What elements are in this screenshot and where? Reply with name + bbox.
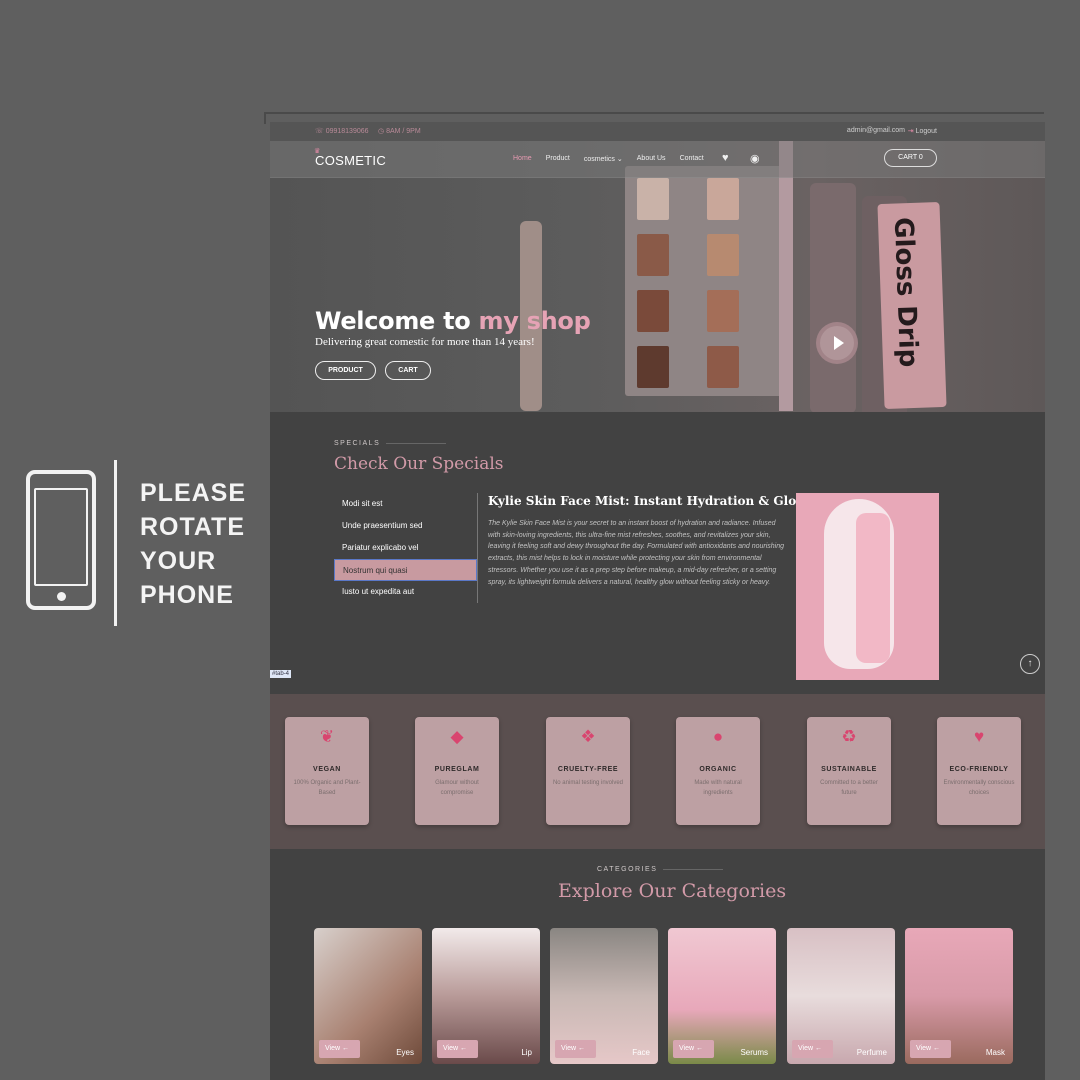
feature-name: CRUELTY-FREE: [557, 766, 619, 773]
tab-4[interactable]: Nostrum qui quasi: [334, 559, 477, 581]
tab-5[interactable]: Iusto ut expedita aut: [334, 581, 477, 603]
crown-icon: ♛: [314, 148, 321, 155]
top-bar: ☏ 09918139066 ◷ 8AM / 9PM admin@gmail.co…: [270, 122, 1045, 141]
view-button[interactable]: View ←: [437, 1040, 478, 1058]
nav-cosmetics[interactable]: cosmetics ⌄: [584, 155, 623, 163]
brush-image: [779, 141, 793, 411]
category-label: Face: [632, 1048, 650, 1057]
rotate-phone-overlay: PLEASE ROTATE YOUR PHONE: [26, 460, 266, 630]
logout-icon: ⇥: [907, 128, 914, 135]
categories-title: Explore Our Categories: [558, 880, 787, 902]
view-button[interactable]: View ←: [910, 1040, 951, 1058]
cart-button[interactable]: CART 0: [884, 149, 937, 167]
feature-name: SUSTAINABLE: [821, 766, 877, 773]
category-card-serums[interactable]: View ← Serums: [668, 928, 776, 1064]
user-icon[interactable]: ◉: [750, 152, 760, 165]
category-card-perfume[interactable]: View ← Perfume: [787, 928, 895, 1064]
feature-card: ♥ ECO-FRIENDLY Environmentally conscious…: [937, 717, 1021, 825]
feature-desc: Glamour without compromise: [435, 780, 479, 796]
category-label: Perfume: [856, 1048, 887, 1057]
product-button[interactable]: PRODUCT: [315, 361, 376, 380]
category-card-mask[interactable]: View ← Mask: [905, 928, 1013, 1064]
hero-subtitle: Delivering great comestic for more than …: [315, 336, 535, 348]
face-mist-image: [796, 493, 939, 680]
chevron-down-icon: ⌄: [616, 156, 623, 163]
feature-card: ❖ CRUELTY-FREE No animal testing involve…: [546, 717, 630, 825]
logo[interactable]: ♛ COSMETIC: [314, 148, 386, 168]
specials-section: SPECIALS Check Our Specials Modi sit est…: [270, 412, 1045, 694]
category-label: Serums: [740, 1048, 768, 1057]
feature-name: ORGANIC: [699, 766, 737, 773]
view-button[interactable]: View ←: [673, 1040, 714, 1058]
categories-eyebrow: CATEGORIES: [597, 866, 724, 873]
opening-hours: ◷ 8AM / 9PM: [378, 128, 421, 135]
nav-about[interactable]: About Us: [637, 155, 666, 163]
feature-name: PUREGLAM: [434, 766, 480, 773]
features-section: ❦ VEGAN 100% Organic and Plant-Based ◆ P…: [270, 694, 1045, 849]
feature-card: ❦ VEGAN 100% Organic and Plant-Based: [285, 717, 369, 825]
leaf-icon: ❦: [319, 727, 335, 746]
website-preview: ☏ 09918139066 ◷ 8AM / 9PM admin@gmail.co…: [270, 122, 1045, 1080]
phone-icon: [26, 470, 96, 610]
feature-desc: Made with natural ingredients: [694, 780, 742, 796]
paw-icon: ❖: [580, 727, 596, 746]
phone-number: ☏ 09918139066: [315, 128, 369, 135]
heart-icon: ♥: [973, 727, 985, 746]
category-card-eyes[interactable]: View ← Eyes: [314, 928, 422, 1064]
product-tube: [810, 183, 856, 412]
special-item-title: Kylie Skin Face Mist: Instant Hydration …: [488, 494, 807, 508]
nav-home[interactable]: Home: [513, 155, 532, 163]
feature-card: ♻ SUSTAINABLE Committed to a better futu…: [807, 717, 891, 825]
gloss-label: Gloss Drip: [887, 216, 924, 368]
gem-icon: ◆: [450, 727, 464, 746]
favorites-icon[interactable]: ♥: [722, 152, 729, 164]
view-button[interactable]: View ←: [792, 1040, 833, 1058]
nav-contact[interactable]: Contact: [680, 155, 704, 163]
specials-title: Check Our Specials: [334, 454, 504, 474]
gloss-tube: Gloss Drip: [877, 201, 947, 410]
feature-card: ● ORGANIC Made with natural ingredients: [676, 717, 760, 825]
scroll-top-button[interactable]: ↑: [1020, 654, 1040, 674]
feature-desc: No animal testing involved: [552, 780, 624, 786]
cart-hero-button[interactable]: CART: [385, 361, 431, 380]
specials-tabs: Modi sit est Unde praesentium sed Pariat…: [334, 493, 478, 603]
logout-link[interactable]: ⇥ Logout: [908, 127, 937, 135]
palette-image: [625, 166, 785, 396]
view-button[interactable]: View ←: [555, 1040, 596, 1058]
rotate-message: PLEASE ROTATE YOUR PHONE: [140, 476, 246, 612]
nav-product[interactable]: Product: [546, 155, 570, 163]
leaf-icon: ●: [712, 727, 724, 746]
email-link[interactable]: admin@gmail.com: [847, 127, 905, 134]
category-card-face[interactable]: View ← Face: [550, 928, 658, 1064]
divider: [114, 460, 117, 626]
feature-name: ECO-FRIENDLY: [949, 766, 1009, 773]
hero-section: Gloss Drip ♛ COSMETIC Home Product cosme…: [270, 141, 1045, 412]
hero-title: Welcome to my shop: [315, 307, 591, 335]
categories-section: CATEGORIES Explore Our Categories View ←…: [270, 849, 1045, 1080]
rotate-line-2: ROTATE: [140, 513, 246, 541]
specials-eyebrow: SPECIALS: [334, 440, 447, 447]
category-card-lip[interactable]: View ← Lip: [432, 928, 540, 1064]
tab-3[interactable]: Pariatur explicabo vel: [334, 537, 477, 559]
tab-hint: #tab-4: [270, 670, 292, 678]
feature-desc: Environmentally conscious choices: [943, 780, 1015, 796]
rotate-line-3: YOUR: [140, 547, 217, 575]
rotate-line-4: PHONE: [140, 581, 234, 609]
feature-desc: Committed to a better future: [820, 780, 878, 796]
feature-card: ◆ PUREGLAM Glamour without compromise: [415, 717, 499, 825]
tab-1[interactable]: Modi sit est: [334, 493, 477, 515]
feature-name: VEGAN: [313, 766, 341, 773]
category-label: Lip: [521, 1048, 532, 1057]
nav-links: Home Product cosmetics ⌄ About Us Contac…: [513, 155, 704, 163]
rotate-line-1: PLEASE: [140, 479, 247, 507]
view-button[interactable]: View ←: [319, 1040, 360, 1058]
recycle-icon: ♻: [841, 727, 857, 746]
special-item-description: The Kylie Skin Face Mist is your secret …: [488, 520, 784, 586]
play-video-button[interactable]: [816, 322, 858, 364]
tab-2[interactable]: Unde praesentium sed: [334, 515, 477, 537]
navbar: ♛ COSMETIC Home Product cosmetics ⌄ Abou…: [270, 141, 1045, 178]
category-label: Eyes: [396, 1048, 414, 1057]
feature-desc: 100% Organic and Plant-Based: [293, 780, 361, 796]
category-label: Mask: [985, 1048, 1005, 1057]
